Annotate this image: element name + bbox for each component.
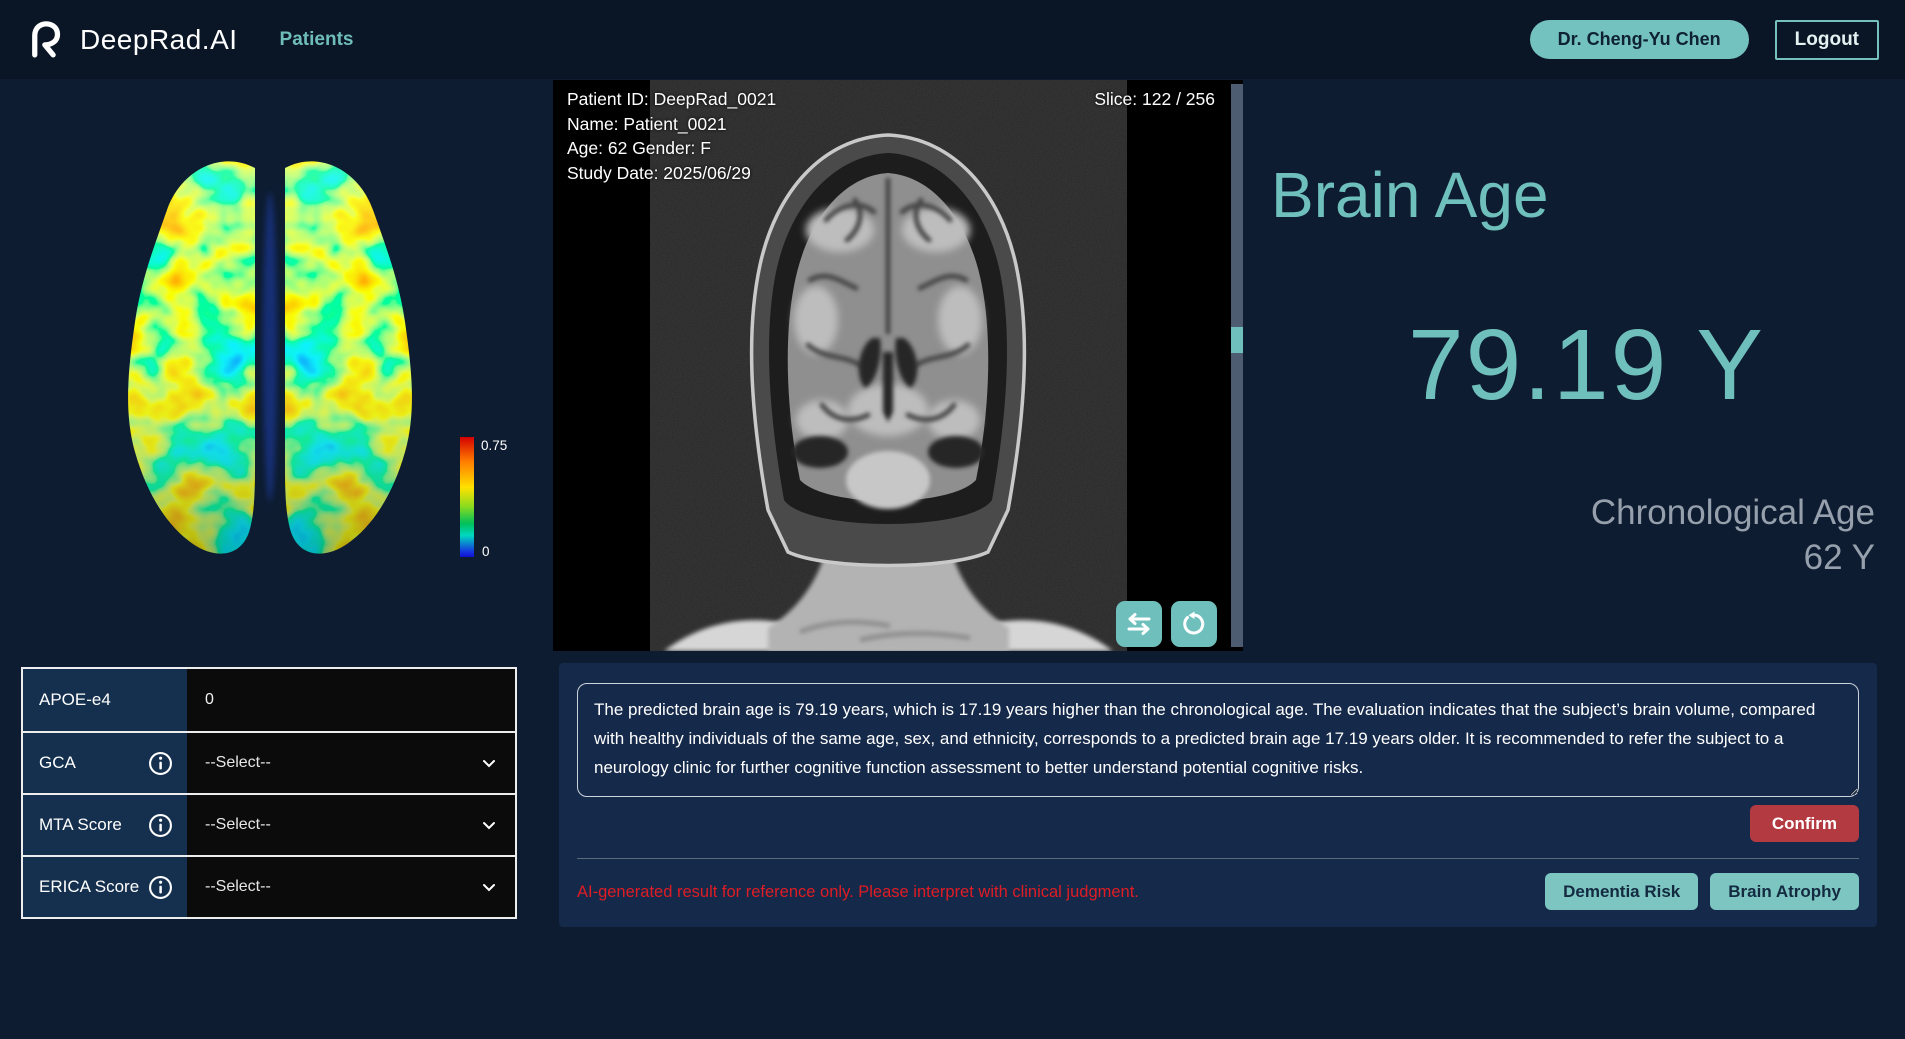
patient-id-text: Patient ID: DeepRad_0021 <box>567 89 777 109</box>
table-row-erica: ERICA Score --Select-- <box>23 855 515 917</box>
brain-age-value: 79.19 Y <box>1408 309 1765 421</box>
slice-scrollbar-thumb[interactable] <box>1231 327 1243 353</box>
gca-label: GCA <box>39 753 76 772</box>
navbar: DeepRad.AI Patients Dr. Cheng-Yu Chen Lo… <box>0 0 1905 79</box>
logout-button[interactable]: Logout <box>1774 19 1879 60</box>
mta-select[interactable]: --Select-- <box>205 816 497 834</box>
gca-info-button[interactable] <box>148 751 173 776</box>
apoe-value: 0 <box>205 691 214 708</box>
chronological-age-block: Chronological Age 62 Y <box>1591 490 1875 580</box>
brain-atrophy-button[interactable]: Brain Atrophy <box>1710 873 1859 910</box>
report-summary-textarea[interactable]: The predicted brain age is 79.19 years, … <box>577 683 1859 797</box>
slice-scrollbar[interactable] <box>1231 84 1243 647</box>
slice-counter: Slice: 122 / 256 <box>1094 89 1215 109</box>
logo[interactable]: DeepRad.AI <box>26 19 238 61</box>
mta-info-button[interactable] <box>148 813 173 838</box>
gca-value-cell: --Select-- <box>187 733 515 793</box>
colorbar-max-label: 0.75 <box>481 438 508 453</box>
erica-label-cell: ERICA Score <box>23 857 187 917</box>
patient-name-text: Name: Patient_0021 <box>567 113 727 134</box>
nav-patients-link[interactable]: Patients <box>280 29 354 51</box>
table-row-apoe: APOE-e4 0 <box>23 669 515 731</box>
user-badge[interactable]: Dr. Cheng-Yu Chen <box>1529 20 1749 59</box>
deeprad-logo-icon <box>32 20 61 57</box>
erica-value-cell: --Select-- <box>187 857 515 917</box>
swap-view-button[interactable] <box>1116 601 1162 647</box>
gca-select[interactable]: --Select-- <box>205 754 497 772</box>
mri-viewer[interactable]: Patient ID: DeepRad_0021 Name: Patient_0… <box>553 80 1243 651</box>
patient-info-overlay: Patient ID: DeepRad_0021 Name: Patient_0… <box>567 87 776 185</box>
chevron-down-icon <box>483 760 495 768</box>
biomarker-table: APOE-e4 0 GCA --Select-- MTA Score --Sel… <box>21 667 517 919</box>
mta-value-cell: --Select-- <box>187 795 515 855</box>
mta-label: MTA Score <box>39 815 122 834</box>
erica-select-value: --Select-- <box>205 878 271 895</box>
info-icon <box>149 813 172 837</box>
report-panel: The predicted brain age is 79.19 years, … <box>559 663 1877 927</box>
ai-disclaimer-text: AI-generated result for reference only. … <box>577 883 1139 901</box>
chevron-down-icon <box>483 884 495 892</box>
chronological-age-label: Chronological Age <box>1590 493 1875 532</box>
brain-age-title: Brain Age <box>1271 159 1549 231</box>
table-row-gca: GCA --Select-- <box>23 731 515 793</box>
confirm-button[interactable]: Confirm <box>1749 805 1859 842</box>
table-row-mta: MTA Score --Select-- <box>23 793 515 855</box>
colorbar-min-label: 0 <box>482 544 490 559</box>
rotate-counterclockwise-icon <box>1183 611 1205 635</box>
panel-divider <box>577 858 1859 859</box>
apoe-label: APOE-e4 <box>39 690 111 709</box>
logo-text: DeepRad.AI <box>80 23 238 55</box>
mta-select-value: --Select-- <box>205 816 271 833</box>
info-icon <box>149 751 172 775</box>
swap-horizontal-icon <box>1127 613 1151 635</box>
chevron-down-icon <box>483 822 495 830</box>
patient-age-gender-text: Age: 62 Gender: F <box>567 138 711 158</box>
brain-surface-heatmap-image <box>128 161 412 554</box>
gca-select-value: --Select-- <box>205 754 271 771</box>
mta-label-cell: MTA Score <box>23 795 187 855</box>
dementia-risk-button[interactable]: Dementia Risk <box>1545 873 1699 910</box>
apoe-label-cell: APOE-e4 <box>23 669 187 731</box>
info-icon <box>149 875 172 899</box>
report-action-buttons: Dementia Risk Brain Atrophy <box>1545 873 1859 910</box>
erica-info-button[interactable] <box>148 875 173 900</box>
erica-label: ERICA Score <box>39 877 140 896</box>
gca-label-cell: GCA <box>23 733 187 793</box>
erica-select[interactable]: --Select-- <box>205 878 497 896</box>
navbar-right: Dr. Cheng-Yu Chen Logout <box>1529 19 1879 60</box>
chronological-age-value: 62 Y <box>1803 538 1875 577</box>
study-date-text: Study Date: 2025/06/29 <box>567 162 751 183</box>
heatmap-colorbar <box>460 437 474 557</box>
reset-rotation-button[interactable] <box>1171 601 1217 647</box>
apoe-value-cell: 0 <box>187 669 515 731</box>
